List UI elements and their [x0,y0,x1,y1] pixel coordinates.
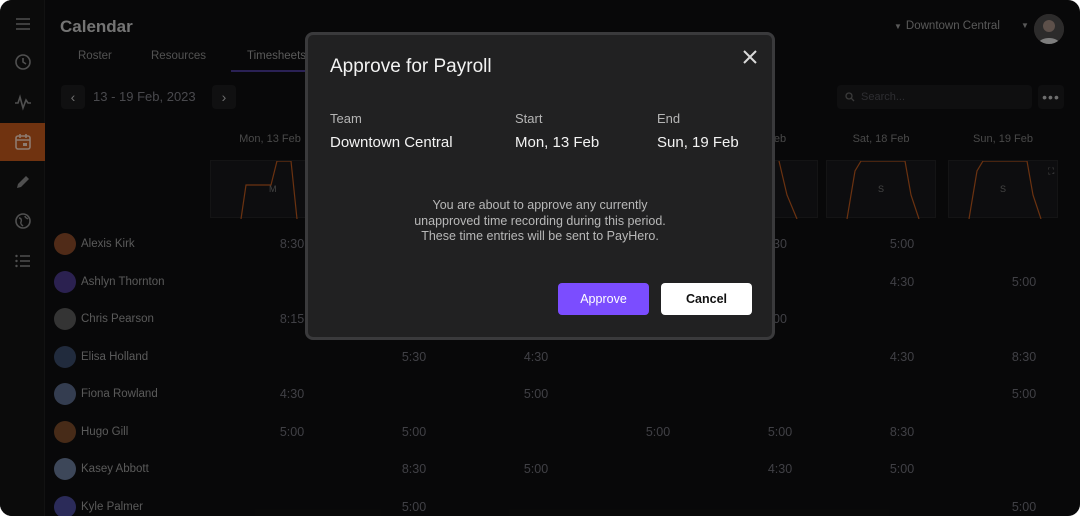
end-label: End [657,111,681,126]
start-value: Mon, 13 Feb [515,134,600,151]
close-icon[interactable] [740,47,760,67]
cancel-button[interactable]: Cancel [661,283,752,315]
team-label: Team [330,111,362,126]
end-value: Sun, 19 Feb [657,134,739,151]
dialog-message-line: You are about to approve any currently [432,198,648,212]
approve-payroll-dialog: Approve for Payroll Team Downtown Centra… [305,32,775,340]
dialog-message: You are about to approve any currently u… [308,198,772,245]
dialog-title: Approve for Payroll [330,56,492,77]
team-value: Downtown Central [330,134,453,151]
app-window: Calendar Roster Resources Timesheets ▼ Do… [0,0,1080,516]
dialog-message-line: These time entries will be sent to PayHe… [421,229,659,243]
dialog-message-line: unapproved time recording during this pe… [414,213,666,228]
approve-button[interactable]: Approve [558,283,649,315]
start-label: Start [515,111,543,126]
